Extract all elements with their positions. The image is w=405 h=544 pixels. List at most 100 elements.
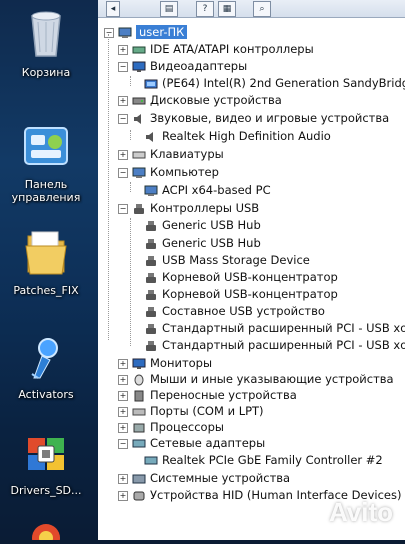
device-manager-window: ◂ ▤ ? ▦ ⌕ − user-ПК + IDE ATA/ATAPI контро… xyxy=(98,0,405,540)
usb-icon xyxy=(146,306,156,317)
expand-icon[interactable]: + xyxy=(118,473,128,484)
usb-icon xyxy=(146,238,156,249)
tree-guide-line xyxy=(130,76,131,86)
tree-item[interactable]: + Дисковые устройства xyxy=(118,92,282,109)
tree-item[interactable]: Generic USB Hub xyxy=(144,235,261,252)
tree-item[interactable]: Корневой USB-концентратор xyxy=(144,286,338,303)
tree-item-label: Системные устройства xyxy=(150,471,291,485)
desktop-icon-partial[interactable] xyxy=(0,518,92,544)
tree-item[interactable]: − Сетевые адаптеры xyxy=(118,435,265,452)
collapse-icon[interactable]: − xyxy=(118,203,128,214)
expand-icon[interactable]: + xyxy=(118,358,128,369)
processor-icon xyxy=(133,423,145,432)
usb-icon xyxy=(146,220,156,231)
tree-item-label: Generic USB Hub xyxy=(162,236,261,250)
tree-item[interactable]: + Процессоры xyxy=(118,419,224,436)
disk-icon xyxy=(132,97,146,104)
usb-icon xyxy=(146,289,156,300)
avito-logo-icon xyxy=(294,501,326,527)
tree-guide-line xyxy=(130,218,131,346)
properties-icon[interactable]: ▤ xyxy=(160,1,178,17)
usb-icon xyxy=(146,323,156,334)
speaker-icon xyxy=(146,131,153,142)
tree-item[interactable]: Корневой USB-концентратор xyxy=(144,269,338,286)
tree-item[interactable]: + Клавиатуры xyxy=(118,146,224,163)
expand-icon[interactable]: + xyxy=(118,95,128,106)
activator-icon xyxy=(31,338,58,379)
folder-icon xyxy=(25,231,67,275)
desktop-icon-label: Activators xyxy=(18,388,74,401)
tree-item-label: USB Mass Storage Device xyxy=(162,253,310,267)
tree-item[interactable]: − Видеоадаптеры xyxy=(118,58,247,75)
tree-item-label: Компьютер xyxy=(150,165,219,179)
tree-item[interactable]: − Контроллеры USB xyxy=(118,200,259,217)
control-panel-icon xyxy=(24,127,68,165)
tree-item[interactable]: Realtek PCIe GbE Family Controller #2 xyxy=(144,452,383,469)
desktop-icon-activators[interactable]: Activators xyxy=(0,334,92,401)
tree-item[interactable]: + Мониторы xyxy=(118,355,212,372)
usb-icon xyxy=(134,203,144,214)
tree-item[interactable]: Realtek High Definition Audio xyxy=(144,128,331,145)
scan-hardware-icon[interactable]: ⌕ xyxy=(253,1,271,17)
collapse-icon[interactable]: − xyxy=(118,438,128,449)
tree-item[interactable]: Составное USB устройство xyxy=(144,303,325,320)
desktop-icon-drivers[interactable]: Drivers_SD... xyxy=(0,432,92,497)
collapse-icon[interactable]: − xyxy=(104,27,114,38)
mouse-icon xyxy=(134,374,144,385)
back-icon[interactable]: ◂ xyxy=(106,1,120,17)
collapse-icon[interactable]: − xyxy=(118,113,128,124)
view-icon[interactable]: ▦ xyxy=(218,1,236,17)
computer-icon xyxy=(118,27,132,38)
speaker-icon xyxy=(134,113,141,124)
tree-item[interactable]: + IDE ATA/ATAPI контроллеры xyxy=(118,41,314,58)
desktop-icon-label: Панель управления xyxy=(11,178,81,204)
tree-item[interactable]: − Звуковые, видео и игровые устройства xyxy=(118,110,389,127)
tree-item[interactable]: Стандартный расширенный PCI - USB хост- xyxy=(144,320,405,337)
tree-item[interactable]: Generic USB Hub xyxy=(144,217,261,234)
usb-icon xyxy=(146,340,156,351)
tree-item-label: Стандартный расширенный PCI - USB хост- xyxy=(162,338,405,352)
help-icon[interactable]: ? xyxy=(196,1,214,17)
toolbar: ◂ ▤ ? ▦ ⌕ xyxy=(98,0,405,18)
tree-root[interactable]: − user-ПК xyxy=(104,24,188,41)
tree-root-label: user-ПК xyxy=(136,25,188,39)
ide-controller-icon xyxy=(132,46,146,53)
display-adapter-icon xyxy=(144,79,158,88)
collapse-icon[interactable]: − xyxy=(118,61,128,72)
tree-item-label: Дисковые устройства xyxy=(150,93,282,107)
tree-item[interactable]: + Порты (COM и LPT) xyxy=(118,403,264,420)
expand-icon[interactable]: + xyxy=(118,390,128,401)
expand-icon[interactable]: + xyxy=(118,44,128,55)
tree-item-label: Порты (COM и LPT) xyxy=(150,404,264,418)
expand-icon[interactable]: + xyxy=(118,374,128,385)
expand-icon[interactable]: + xyxy=(118,149,128,160)
collapse-icon[interactable]: − xyxy=(118,167,128,178)
desktop-icon-patches-fix[interactable]: Patches_FIX xyxy=(0,228,92,297)
expand-icon[interactable]: + xyxy=(118,422,128,433)
tree-item-label: Клавиатуры xyxy=(150,147,224,161)
monitor-icon xyxy=(132,61,146,72)
port-icon xyxy=(132,408,146,415)
tree-item[interactable]: + Системные устройства xyxy=(118,470,290,487)
desktop-icon-label: Корзина xyxy=(21,66,71,79)
system-device-icon xyxy=(132,474,146,483)
tree-item-label: Контроллеры USB xyxy=(150,201,260,215)
tree-item-label: (PE64) Intel(R) 2nd Generation SandyBrid… xyxy=(162,76,405,90)
tree-item-label: Сетевые адаптеры xyxy=(150,436,266,450)
recycle-bin-icon xyxy=(31,11,61,57)
desktop-icon-control-panel[interactable]: Панель управления xyxy=(0,126,92,204)
network-icon xyxy=(132,439,146,447)
tree-item[interactable]: + Мыши и иные указывающие устройства xyxy=(118,371,394,388)
desktop-icon-recycle-bin[interactable]: Корзина xyxy=(0,8,92,79)
browser-icon xyxy=(32,524,60,544)
tree-item[interactable]: (PE64) Intel(R) 2nd Generation SandyBrid… xyxy=(144,75,405,92)
tree-item[interactable]: ACPI x64-based PC xyxy=(144,182,271,199)
expand-icon[interactable]: + xyxy=(118,490,128,501)
tree-guide-line xyxy=(130,130,131,140)
tree-item[interactable]: + Переносные устройства xyxy=(118,387,297,404)
expand-icon[interactable]: + xyxy=(118,406,128,417)
tree-item[interactable]: − Компьютер xyxy=(118,164,219,181)
tree-item[interactable]: USB Mass Storage Device xyxy=(144,252,310,269)
computer-icon xyxy=(132,167,146,178)
tree-item[interactable]: Стандартный расширенный PCI - USB хост- xyxy=(144,337,405,354)
